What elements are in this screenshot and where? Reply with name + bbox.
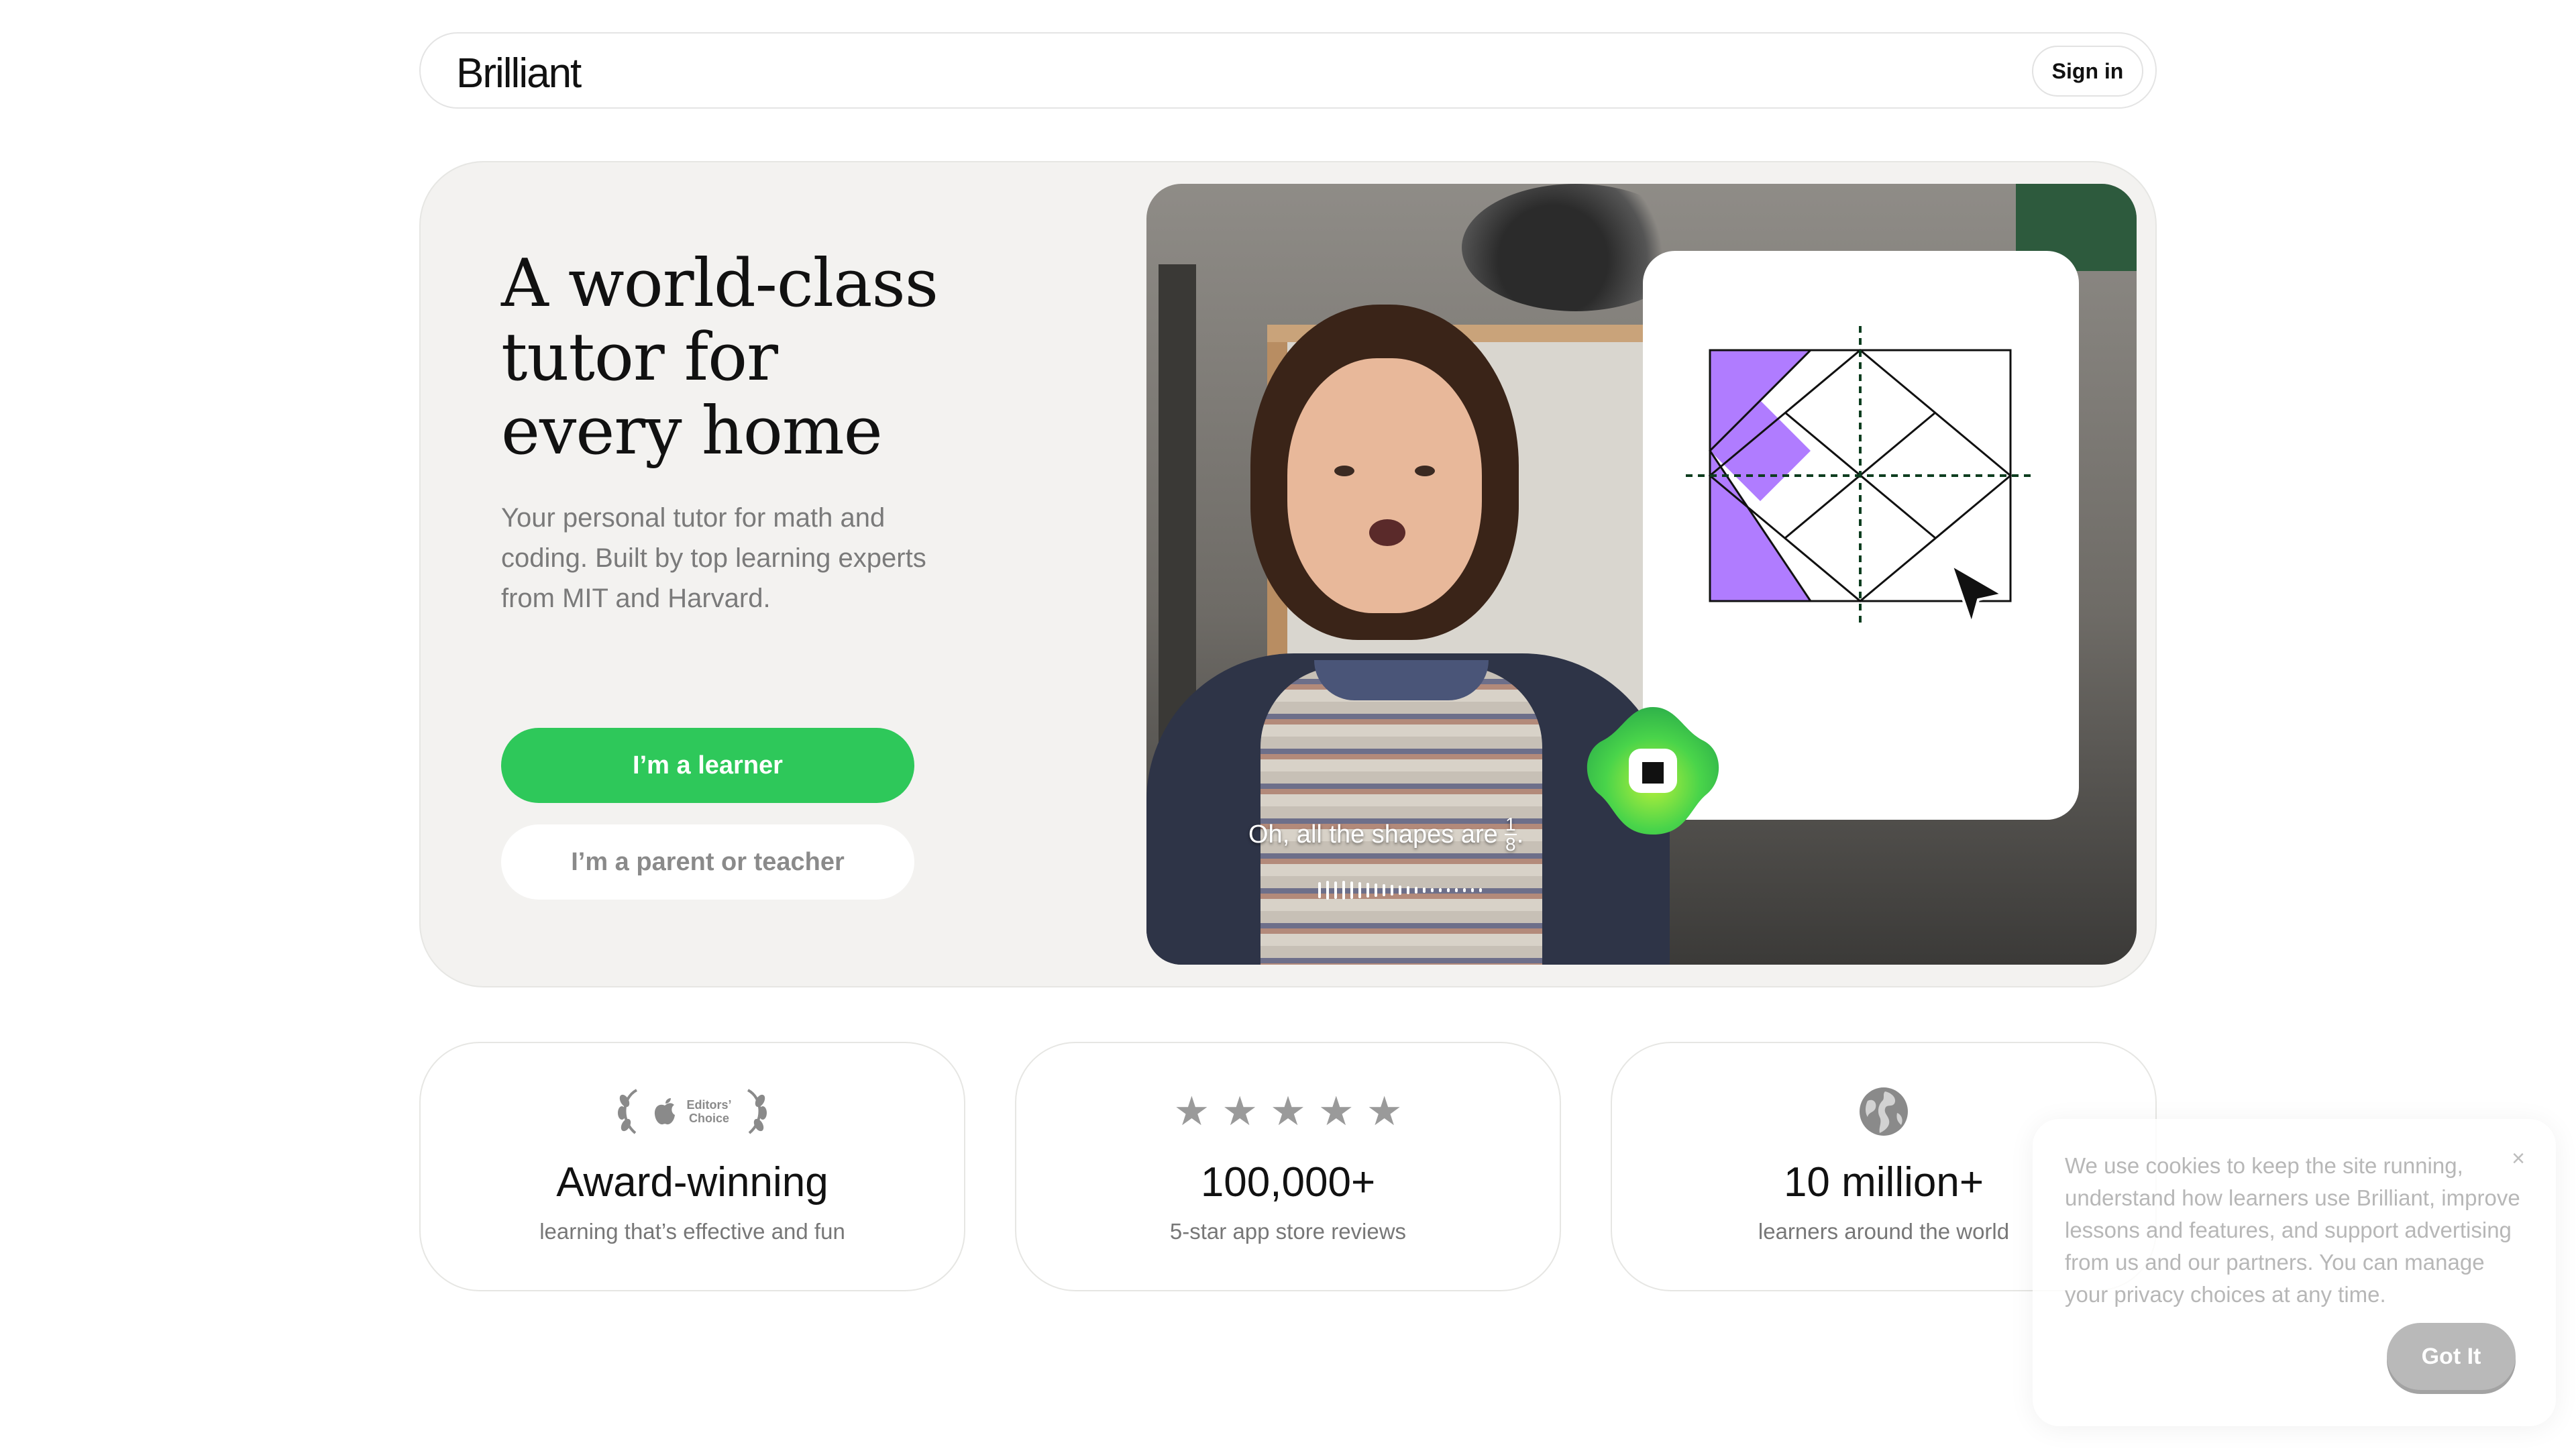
hero-title: A world-class tutor for every home bbox=[501, 247, 971, 468]
got-it-button[interactable]: Got It bbox=[2387, 1323, 2516, 1390]
stat-title: Award-winning bbox=[556, 1159, 828, 1205]
waveform-bar bbox=[1407, 886, 1409, 894]
editors-choice-text: Editors’ Choice bbox=[686, 1098, 731, 1125]
im-a-parent-or-teacher-button[interactable]: I’m a parent or teacher bbox=[501, 824, 914, 900]
waveform-bar bbox=[1399, 885, 1401, 895]
waveform-bar bbox=[1334, 881, 1337, 899]
audio-waveform bbox=[1318, 880, 1482, 900]
stat-card-reviews: ★ ★ ★ ★ ★ 100,000+ 5-star app store revi… bbox=[1015, 1042, 1561, 1291]
sign-in-button[interactable]: Sign in bbox=[2032, 46, 2143, 97]
star-icon: ★ bbox=[1318, 1089, 1354, 1134]
person-eye bbox=[1415, 466, 1435, 476]
person-collar bbox=[1314, 660, 1489, 700]
waveform-bar bbox=[1366, 883, 1369, 898]
fraction-denominator: 8 bbox=[1505, 834, 1516, 855]
star-icon: ★ bbox=[1270, 1089, 1306, 1134]
hero-title-line: tutor for bbox=[501, 319, 778, 396]
hero-title-line: every home bbox=[501, 393, 883, 470]
waveform-bar bbox=[1455, 888, 1458, 892]
waveform-bar bbox=[1358, 882, 1361, 898]
globe-graphic bbox=[1860, 1087, 1908, 1136]
person-mouth bbox=[1369, 519, 1405, 546]
laurel-right-icon bbox=[747, 1089, 767, 1134]
brilliant-logo[interactable]: Brilliant bbox=[456, 50, 582, 97]
apple-logo-icon bbox=[655, 1098, 676, 1125]
waveform-bar bbox=[1391, 885, 1393, 896]
waveform-bar bbox=[1383, 884, 1385, 896]
cookie-text: We use cookies to keep the site running,… bbox=[2065, 1153, 2520, 1307]
star-icon: ★ bbox=[1366, 1089, 1403, 1134]
caption-text: Oh, all the shapes are bbox=[1248, 820, 1498, 849]
waveform-bar bbox=[1350, 881, 1353, 899]
star-icon: ★ bbox=[1173, 1089, 1210, 1134]
waveform-bar bbox=[1479, 888, 1482, 892]
waveform-bar bbox=[1439, 888, 1442, 892]
laurel-left-icon bbox=[618, 1089, 638, 1134]
top-nav-bar: Brilliant Sign in bbox=[419, 32, 2157, 109]
editors-choice-line1: Editors’ bbox=[686, 1098, 732, 1112]
person-face bbox=[1287, 358, 1482, 613]
waveform-bar bbox=[1342, 881, 1345, 900]
close-icon[interactable]: × bbox=[2512, 1146, 2525, 1172]
hero-subtitle: Your personal tutor for math and coding.… bbox=[501, 503, 926, 613]
video-caption: Oh, all the shapes are 1 8 . bbox=[1248, 808, 1597, 861]
cookie-consent-banner: We use cookies to keep the site running,… bbox=[2033, 1119, 2556, 1426]
stat-subtitle: learning that’s effective and fun bbox=[539, 1219, 845, 1244]
cursor-arrow-icon bbox=[1949, 561, 2006, 629]
waveform-bar bbox=[1423, 888, 1426, 893]
ai-tutor-blob-icon bbox=[1587, 707, 1719, 835]
waveform-bar bbox=[1375, 883, 1377, 897]
waveform-bar bbox=[1318, 882, 1321, 898]
waveform-bar bbox=[1431, 888, 1434, 892]
hero-title-line: A world-class bbox=[501, 246, 938, 322]
waveform-bar bbox=[1326, 881, 1329, 900]
waveform-bar bbox=[1415, 887, 1417, 894]
editors-choice-badge: Editors’ Choice bbox=[616, 1086, 767, 1137]
stat-title: 100,000+ bbox=[1200, 1159, 1376, 1205]
stat-subtitle: 5-star app store reviews bbox=[1169, 1219, 1407, 1244]
waveform-bar bbox=[1463, 888, 1466, 892]
waveform-bar bbox=[1471, 888, 1474, 892]
stop-square-icon bbox=[1642, 762, 1664, 784]
editors-choice-line2: Choice bbox=[688, 1112, 729, 1125]
editors-choice-laurel-icon: Editors’ Choice bbox=[421, 1085, 964, 1138]
five-stars-icon: ★ ★ ★ ★ ★ bbox=[1016, 1085, 1560, 1138]
hero-section: A world-class tutor for every home Your … bbox=[419, 161, 2157, 987]
hero-video[interactable]: Oh, all the shapes are 1 8 . bbox=[1146, 184, 2137, 965]
person-eye bbox=[1334, 466, 1354, 476]
caption-fraction: 1 8 bbox=[1504, 814, 1517, 855]
stat-card-award: Editors’ Choice Award-winning learning t… bbox=[419, 1042, 965, 1291]
stars-row: ★ ★ ★ ★ ★ bbox=[1174, 1091, 1403, 1132]
im-a-learner-button[interactable]: I’m a learner bbox=[501, 728, 914, 803]
caption-period: . bbox=[1516, 820, 1524, 849]
star-icon: ★ bbox=[1222, 1089, 1258, 1134]
waveform-bar bbox=[1447, 888, 1450, 892]
fraction-numerator: 1 bbox=[1505, 814, 1516, 835]
